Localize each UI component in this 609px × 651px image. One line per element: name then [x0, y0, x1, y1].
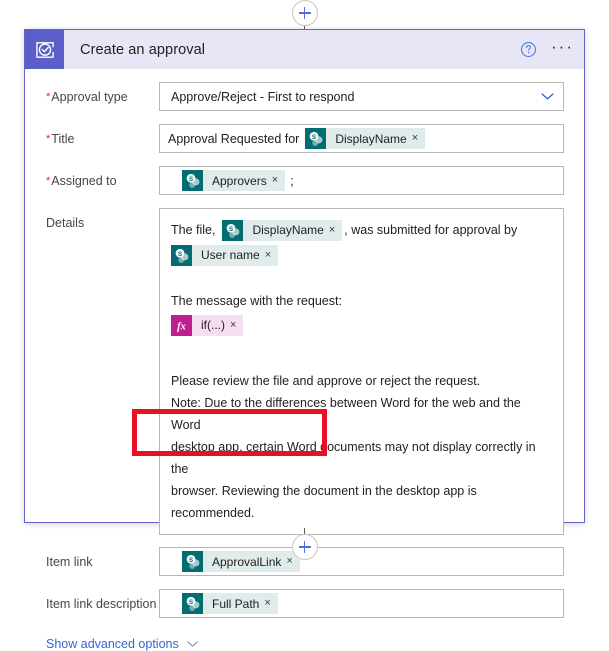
card-header[interactable]: Create an approval ···: [25, 30, 584, 69]
token-chip-username[interactable]: S User name ×: [171, 245, 279, 266]
svg-text:S: S: [189, 599, 193, 606]
details-paragraph-2: Note: Due to the differences between Wor…: [171, 396, 521, 432]
token-chip-approvers[interactable]: S Approvers ×: [182, 170, 286, 191]
details-message-label: The message with the request:: [171, 294, 342, 308]
row-item-link-description: Item link description S Full Path ×: [25, 589, 584, 618]
title-input[interactable]: Approval Requested for S DisplayName ×: [159, 124, 564, 153]
title-prefix-text: Approval Requested for: [168, 131, 300, 146]
label-title: *Title: [46, 132, 75, 146]
svg-text:fx: fx: [177, 321, 186, 332]
sharepoint-icon: S: [305, 128, 327, 149]
close-icon[interactable]: ×: [230, 320, 243, 331]
close-icon[interactable]: ×: [264, 598, 277, 609]
chip-label: Approvers: [212, 173, 267, 188]
chip-label: DisplayName: [252, 223, 324, 237]
help-circle-icon[interactable]: [520, 41, 537, 58]
details-blank-line: [171, 338, 553, 360]
details-line-3: The message with the request:: [171, 290, 553, 313]
token-chip-fullpath[interactable]: S Full Path ×: [182, 593, 278, 614]
row-title: *Title Approval Requested for S DisplayN…: [25, 124, 584, 153]
chip-label: if(...): [201, 318, 225, 332]
connector-bottom: [0, 528, 609, 560]
row-approval-type: *Approval type Approve/Reject - First to…: [25, 82, 584, 111]
details-blank-line: [171, 360, 553, 370]
details-paragraph-1: Please review the file and approve or re…: [171, 374, 481, 388]
details-line1-prefix: The file,: [171, 223, 216, 237]
sharepoint-icon: S: [182, 170, 203, 191]
show-advanced-options-label: Show advanced options: [46, 637, 179, 651]
sharepoint-icon: S: [222, 220, 244, 241]
close-icon[interactable]: ×: [329, 225, 342, 236]
token-chip-expression[interactable]: fx if(...) ×: [171, 315, 244, 336]
close-icon[interactable]: ×: [265, 250, 278, 261]
expression-fx-icon: fx: [171, 315, 192, 336]
chip-label: DisplayName: [335, 131, 407, 146]
required-asterisk: *: [46, 91, 51, 103]
chevron-down-icon[interactable]: [540, 92, 555, 101]
approval-icon: [25, 30, 64, 69]
row-details: Details The file, S DisplayName × , was …: [25, 208, 584, 535]
approval-type-value: Approve/Reject - First to respond: [171, 89, 355, 104]
card-body: *Approval type Approve/Reject - First to…: [25, 82, 584, 651]
svg-text:S: S: [189, 176, 193, 183]
ellipsis-icon[interactable]: ···: [551, 38, 574, 58]
assigned-to-separator: ;: [290, 173, 294, 188]
chevron-down-icon[interactable]: [186, 640, 199, 648]
required-asterisk: *: [46, 133, 51, 145]
approval-type-dropdown[interactable]: Approve/Reject - First to respond: [159, 82, 564, 111]
details-editor[interactable]: The file, S DisplayName × , was submitte…: [159, 208, 564, 535]
row-assigned-to: *Assigned to S Approvers × ;: [25, 166, 584, 195]
details-paragraph-4: browser. Reviewing the document in the d…: [171, 484, 477, 520]
card-header-actions: ···: [520, 30, 574, 69]
svg-text:S: S: [229, 226, 233, 233]
show-advanced-options-toggle[interactable]: Show advanced options: [25, 637, 584, 651]
details-paragraph-3: desktop app, certain Word documents may …: [171, 440, 536, 476]
sharepoint-icon: S: [171, 245, 192, 266]
chip-label: Full Path: [212, 596, 260, 611]
details-line-4: fx if(...) ×: [171, 313, 553, 338]
required-asterisk: *: [46, 175, 51, 187]
details-blank-line: [171, 268, 553, 290]
details-line-1: The file, S DisplayName × , was submitte…: [171, 218, 553, 243]
plus-icon[interactable]: [291, 0, 318, 26]
details-line1-suffix: , was submitted for approval by: [344, 223, 518, 237]
assigned-to-input[interactable]: S Approvers × ;: [159, 166, 564, 195]
svg-text:S: S: [312, 134, 316, 141]
chip-label: User name: [201, 248, 260, 262]
label-details: Details: [46, 216, 85, 230]
approval-action-card[interactable]: Create an approval ··· *Approval type Ap…: [24, 29, 585, 651]
label-item-link-description: Item link description: [46, 597, 157, 611]
sharepoint-icon: S: [182, 593, 203, 614]
close-icon[interactable]: ×: [412, 133, 425, 144]
details-line-2: S User name ×: [171, 243, 553, 268]
token-chip-displayname[interactable]: S DisplayName ×: [222, 220, 343, 241]
label-approval-type: *Approval type: [46, 90, 128, 104]
plus-icon[interactable]: [291, 534, 318, 560]
label-assigned-to: *Assigned to: [46, 174, 117, 188]
svg-text:S: S: [178, 251, 182, 258]
item-link-description-field[interactable]: S Full Path ×: [159, 589, 564, 618]
close-icon[interactable]: ×: [272, 175, 285, 186]
card-title: Create an approval: [80, 41, 206, 58]
token-chip-displayname[interactable]: S DisplayName ×: [305, 128, 426, 149]
